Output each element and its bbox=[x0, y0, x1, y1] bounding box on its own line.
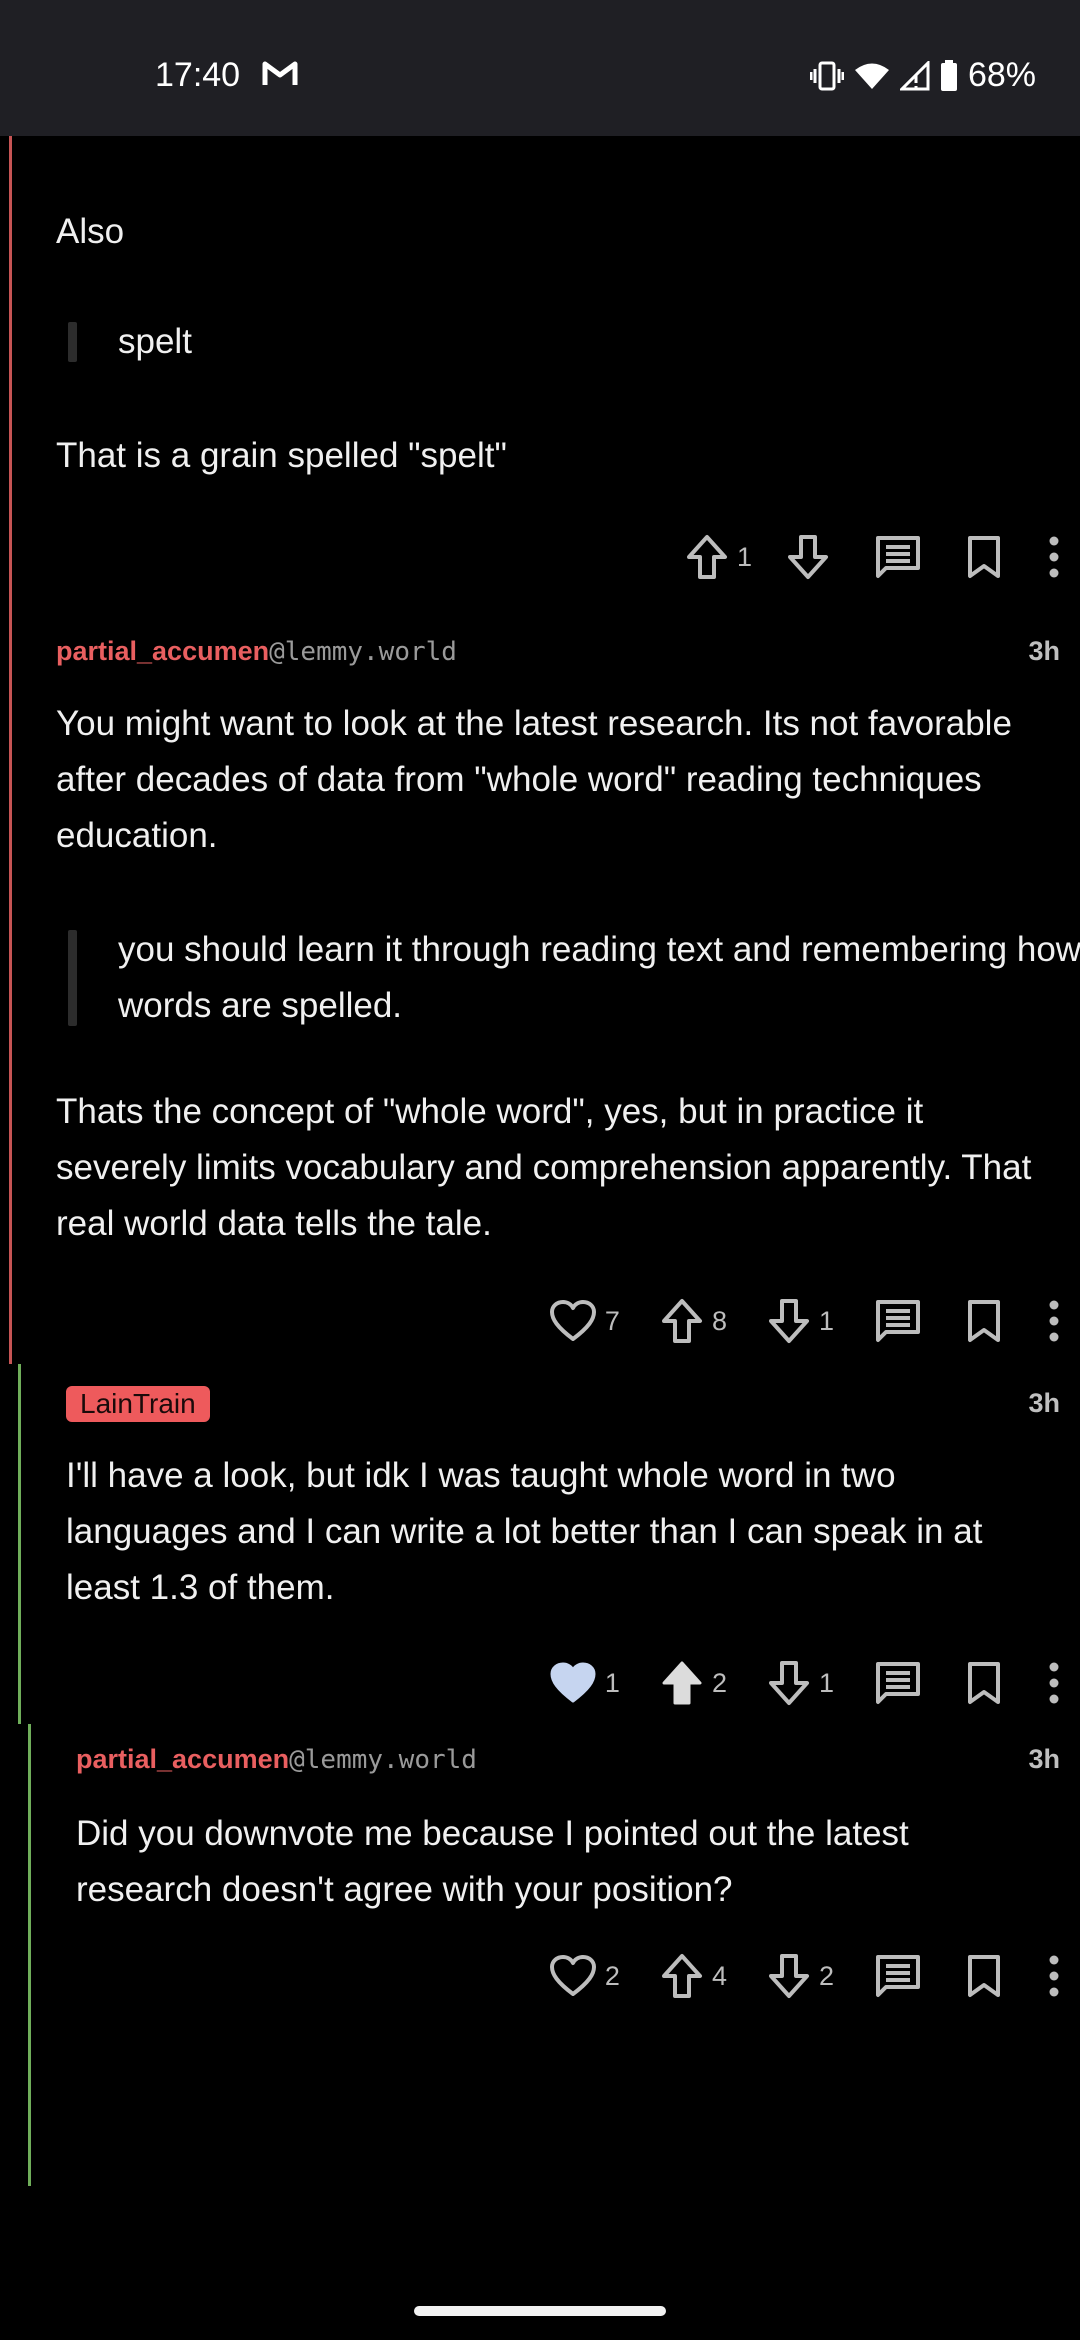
comment-icon bbox=[876, 1300, 920, 1342]
comment-paragraph: You might want to look at the latest res… bbox=[56, 704, 1012, 855]
arrow-up-icon bbox=[661, 1954, 702, 1998]
save-button[interactable] bbox=[966, 1660, 1002, 1706]
reply-button[interactable] bbox=[874, 1660, 922, 1706]
downvote-count: 1 bbox=[818, 1667, 834, 1698]
reply-button[interactable] bbox=[874, 534, 922, 580]
comment-header: partial_accumen @lemmy.world bbox=[56, 636, 457, 667]
comment-timestamp: 3h bbox=[1028, 1744, 1060, 1774]
like-count: 7 bbox=[604, 1305, 620, 1336]
heart-filled-icon bbox=[550, 1662, 596, 1703]
like-button[interactable]: 7 bbox=[549, 1299, 620, 1343]
comment-card[interactable]: LainTrain 3h I'll have a look, but idk I… bbox=[0, 1366, 1080, 1726]
reply-button[interactable] bbox=[874, 1298, 922, 1344]
arrow-up-filled-icon bbox=[662, 1661, 702, 1705]
status-time: 17:40 bbox=[155, 56, 241, 94]
downvote-button[interactable]: 1 bbox=[767, 1297, 834, 1345]
bookmark-icon bbox=[968, 1955, 1000, 1997]
reply-button[interactable] bbox=[874, 1953, 922, 1999]
more-vertical-icon bbox=[1049, 1955, 1059, 1997]
more-vertical-icon bbox=[1049, 536, 1059, 578]
upvote-button[interactable]: 2 bbox=[660, 1659, 727, 1707]
upvote-button[interactable]: 1 bbox=[685, 533, 752, 581]
bookmark-icon bbox=[968, 1662, 1000, 1704]
gesture-home-bar[interactable] bbox=[414, 2306, 666, 2316]
status-icons: 68% bbox=[809, 56, 1036, 95]
arrow-down-icon bbox=[768, 1954, 809, 1998]
gmail-icon bbox=[262, 61, 298, 85]
bookmark-icon bbox=[968, 536, 1000, 578]
downvote-button[interactable]: 2 bbox=[767, 1952, 834, 2000]
comment-paragraph: Also bbox=[56, 212, 125, 251]
arrow-down-icon bbox=[768, 1661, 809, 1705]
comment-feed[interactable]: Also spelt That is a grain spelled "spel… bbox=[0, 136, 1080, 2340]
comment-body: Did you downvote me because I pointed ou… bbox=[76, 1814, 909, 1909]
blockquote: you should learn it through reading text… bbox=[62, 922, 1080, 1034]
more-options-button[interactable] bbox=[1046, 535, 1062, 579]
more-options-button[interactable] bbox=[1046, 1954, 1062, 1998]
upvote-button[interactable]: 4 bbox=[660, 1952, 727, 2000]
quote-text: spelt bbox=[118, 322, 192, 361]
op-badge[interactable]: LainTrain bbox=[66, 1386, 210, 1422]
comment-body: I'll have a look, but idk I was taught w… bbox=[66, 1456, 983, 1607]
more-options-button[interactable] bbox=[1046, 1299, 1062, 1343]
more-vertical-icon bbox=[1049, 1662, 1059, 1704]
like-button[interactable]: 1 bbox=[549, 1661, 620, 1705]
downvote-button[interactable]: 1 bbox=[767, 1659, 834, 1707]
battery-percent: 68% bbox=[967, 56, 1036, 94]
author-instance: @lemmy.world bbox=[269, 636, 457, 667]
author-instance: @lemmy.world bbox=[289, 1744, 477, 1775]
downvote-button[interactable] bbox=[786, 533, 830, 581]
comment-actions: 1 2 1 bbox=[549, 1648, 1062, 1718]
comment-paragraph: That is a grain spelled "spelt" bbox=[56, 436, 507, 475]
upvote-button[interactable]: 8 bbox=[660, 1297, 727, 1345]
wifi-icon bbox=[854, 63, 889, 89]
comment-actions: 1 bbox=[685, 522, 1062, 592]
like-button[interactable]: 2 bbox=[549, 1954, 620, 1998]
like-count: 1 bbox=[604, 1667, 620, 1698]
comment-card[interactable]: Also spelt That is a grain spelled "spel… bbox=[0, 136, 1080, 616]
comment-actions: 7 8 1 bbox=[549, 1286, 1062, 1356]
more-options-button[interactable] bbox=[1046, 1661, 1062, 1705]
arrow-up-icon bbox=[661, 1299, 702, 1343]
vibrate-icon bbox=[809, 61, 844, 90]
heart-icon bbox=[549, 1300, 596, 1341]
like-count: 2 bbox=[604, 1960, 620, 1991]
signal-icon bbox=[899, 60, 930, 90]
arrow-down-icon bbox=[768, 1299, 809, 1343]
save-button[interactable] bbox=[966, 1953, 1002, 1999]
bookmark-icon bbox=[968, 1300, 1000, 1342]
comment-card[interactable]: partial_accumen @lemmy.world 3h Did you … bbox=[0, 1726, 1080, 2186]
battery-icon bbox=[940, 59, 957, 91]
comment-icon bbox=[876, 1662, 920, 1704]
author-name[interactable]: partial_accumen bbox=[56, 636, 269, 667]
upvote-count: 2 bbox=[711, 1667, 727, 1698]
blockquote: spelt bbox=[62, 314, 1080, 370]
save-button[interactable] bbox=[966, 1298, 1002, 1344]
comment-timestamp: 3h bbox=[1028, 1388, 1060, 1418]
heart-icon bbox=[549, 1955, 596, 1996]
comment-paragraph: Thats the concept of "whole word", yes, … bbox=[56, 1092, 1032, 1243]
comment-card[interactable]: partial_accumen @lemmy.world 3h You migh… bbox=[0, 616, 1080, 1366]
comment-icon bbox=[876, 1955, 920, 1997]
status-bar: 17:40 68% bbox=[0, 0, 1080, 136]
comment-actions: 2 4 2 bbox=[549, 1941, 1062, 2011]
quote-text: you should learn it through reading text… bbox=[118, 930, 1080, 1025]
save-button[interactable] bbox=[966, 534, 1002, 580]
comment-header: partial_accumen @lemmy.world bbox=[76, 1744, 477, 1775]
more-vertical-icon bbox=[1049, 1300, 1059, 1342]
upvote-count: 8 bbox=[711, 1305, 727, 1336]
comment-icon bbox=[876, 536, 920, 578]
upvote-count: 1 bbox=[736, 541, 752, 572]
author-name[interactable]: partial_accumen bbox=[76, 1744, 289, 1775]
upvote-count: 4 bbox=[711, 1960, 727, 1991]
downvote-count: 1 bbox=[818, 1305, 834, 1336]
arrow-up-icon bbox=[686, 535, 727, 579]
comment-timestamp: 3h bbox=[1028, 636, 1060, 666]
arrow-down-icon bbox=[788, 535, 828, 579]
downvote-count: 2 bbox=[818, 1960, 834, 1991]
comment-header: LainTrain bbox=[66, 1386, 210, 1422]
